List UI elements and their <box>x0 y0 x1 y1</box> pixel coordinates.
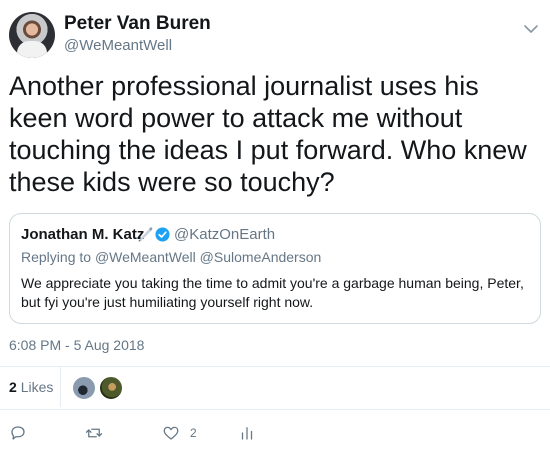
likes-number: 2 <box>9 379 17 395</box>
analytics-button[interactable] <box>238 423 256 443</box>
likes-count[interactable]: 2 Likes <box>9 379 53 395</box>
replying-to-line: Replying to @WeMeantWell @SulomeAnderson <box>21 249 321 265</box>
author-handle[interactable]: @WeMeantWell <box>64 37 172 54</box>
replying-to-mention[interactable]: @SulomeAnderson <box>200 249 322 265</box>
liker-avatar[interactable] <box>72 376 96 400</box>
replying-to-label: Replying to <box>21 249 92 265</box>
writing-hand-emoji-icon <box>138 227 153 242</box>
quoted-tweet-text: We appreciate you taking the time to adm… <box>21 275 524 310</box>
heart-icon <box>163 426 179 440</box>
divider <box>0 409 550 410</box>
tweet-timestamp[interactable]: 6:08 PM - 5 Aug 2018 <box>9 337 144 353</box>
replying-to-mention[interactable]: @WeMeantWell <box>95 249 196 265</box>
liker-avatar[interactable] <box>99 376 123 400</box>
author-avatar[interactable] <box>9 12 55 58</box>
likes-label: Likes <box>20 379 54 395</box>
retweet-button[interactable] <box>85 423 103 443</box>
like-count: 2 <box>190 426 197 440</box>
tweet-text: Another professional journalist uses his… <box>9 71 527 197</box>
author-display-name[interactable]: Peter Van Buren <box>64 13 211 35</box>
retweet-icon <box>85 428 103 438</box>
like-button[interactable]: 2 <box>162 423 197 443</box>
quoted-author-handle[interactable]: @KatzOnEarth <box>174 226 275 243</box>
avatar-shirt <box>17 41 47 58</box>
reply-icon <box>11 426 25 440</box>
likes-separator <box>60 367 61 407</box>
verified-badge-icon <box>155 227 170 242</box>
analytics-icon <box>241 427 253 440</box>
reply-button[interactable] <box>9 423 27 443</box>
quoted-tweet[interactable]: Jonathan M. Katz @KatzOnEarth Replying t… <box>9 213 541 324</box>
chevron-down-icon[interactable] <box>524 24 538 34</box>
quoted-author-name[interactable]: Jonathan M. Katz <box>21 226 144 243</box>
divider <box>0 366 550 367</box>
